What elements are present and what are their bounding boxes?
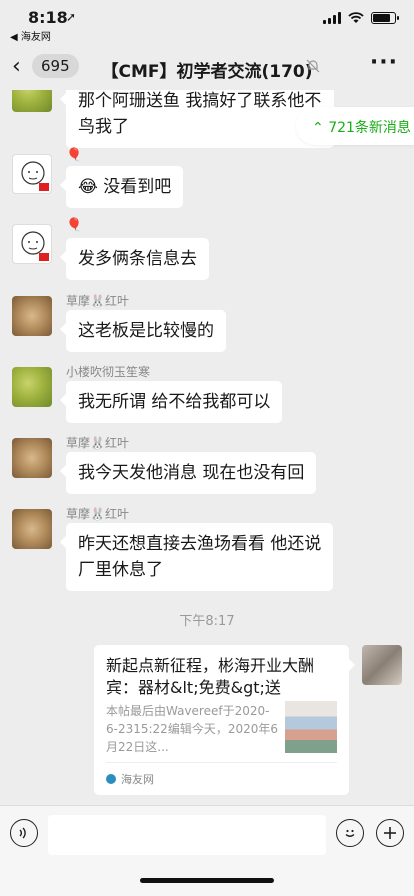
battery-icon	[371, 12, 399, 24]
sender-name: 草摩🐰红叶	[66, 507, 129, 521]
message-text: 那个阿珊送鱼 我搞好了联系他不鸟我了	[78, 91, 322, 137]
message-bubble[interactable]: 那个阿珊送鱼 我搞好了联系他不鸟我了	[60, 90, 334, 148]
avatar[interactable]	[12, 438, 52, 478]
back-to-app-link[interactable]: ◀ 海友网	[10, 28, 51, 43]
balloon-icon: 🎈	[66, 218, 83, 233]
avatar[interactable]	[12, 367, 52, 407]
avatar[interactable]	[12, 296, 52, 336]
sender-name: 小楼吹彻玉笙寒	[66, 365, 151, 379]
emoji: 😂	[78, 177, 98, 197]
new-messages-button[interactable]: ⌃ 721条新消息	[296, 107, 414, 145]
home-indicator	[140, 878, 274, 883]
message-text-line: 厂里休息了	[78, 560, 163, 580]
link-card-source: 海友网	[121, 773, 154, 786]
message-bubble[interactable]: 昨天还想直接去渔场看看 他还说 厂里休息了	[59, 523, 334, 591]
self-avatar[interactable]	[362, 645, 402, 685]
message-bubble[interactable]: 我无所谓 给不给我都可以	[59, 381, 283, 423]
link-card-footer: 海友网	[106, 762, 337, 787]
signal-icon	[323, 12, 341, 24]
voice-icon[interactable]	[10, 819, 38, 847]
link-card-thumbnail	[285, 701, 337, 753]
sender-name: 草摩🐰红叶	[66, 436, 129, 450]
source-logo-icon	[106, 774, 116, 784]
status-time: 8:18	[28, 8, 68, 27]
avatar[interactable]	[12, 154, 52, 194]
bell-off-icon	[306, 59, 320, 73]
message-input[interactable]	[48, 815, 326, 855]
message-text: 我无所谓 给不给我都可以	[78, 392, 271, 412]
sender-name: 草摩🐰红叶	[66, 294, 129, 308]
message-bubble[interactable]: 😂 没看到吧	[59, 166, 184, 208]
chat-title: 【CMF】初学者交流(170)	[101, 62, 313, 82]
balloon-icon: 🎈	[66, 148, 83, 163]
plus-icon[interactable]	[376, 819, 404, 847]
message-text: 发多俩条信息去	[78, 249, 197, 269]
message-bubble[interactable]: 发多俩条信息去	[60, 238, 209, 280]
message-text-line: 昨天还想直接去渔场看看 他还说	[78, 534, 322, 554]
more-dots-icon[interactable]: ···	[370, 50, 398, 75]
location-arrow-icon: ➚	[66, 10, 77, 24]
message-bubble[interactable]: 这老板是比较慢的	[60, 310, 226, 352]
avatar[interactable]	[12, 90, 52, 112]
avatar[interactable]	[12, 224, 52, 264]
message-timestamp: 下午8:17	[179, 614, 235, 629]
link-card[interactable]: 新起点新征程，彬海开业大酬宾：器材&lt;免费&gt;送 本帖最后由Wavere…	[94, 645, 355, 795]
status-bar: 8:18 ➚ ◀ 海友网	[0, 0, 414, 44]
message-text: 我今天发他消息 现在也没有回	[78, 463, 305, 483]
wifi-icon	[348, 12, 364, 23]
double-chevron-up-icon: ⌃	[312, 120, 324, 136]
new-messages-label: 721条新消息	[328, 120, 411, 136]
chat-header: ‹ 695 【CMF】初学者交流(170) ···	[0, 44, 414, 90]
message-text: 没看到吧	[103, 177, 172, 197]
link-card-title: 新起点新征程，彬海开业大酬宾：器材&lt;免费&gt;送	[106, 656, 315, 697]
link-card-description: 本帖最后由Wavereef于2020-6-2315:22编辑今天，2020年6月…	[106, 704, 278, 754]
smiley-icon[interactable]	[336, 819, 364, 847]
message-bubble[interactable]: 我今天发他消息 现在也没有回	[59, 452, 317, 494]
flag-icon	[39, 183, 49, 191]
message-text: 这老板是比较慢的	[78, 321, 214, 341]
flag-icon	[39, 253, 49, 261]
chat-message-list[interactable]: 那个阿珊送鱼 我搞好了联系他不鸟我了 ⌃ 721条新消息 🎈 😂 没看到吧 🎈 …	[0, 90, 414, 805]
avatar[interactable]	[12, 509, 52, 549]
